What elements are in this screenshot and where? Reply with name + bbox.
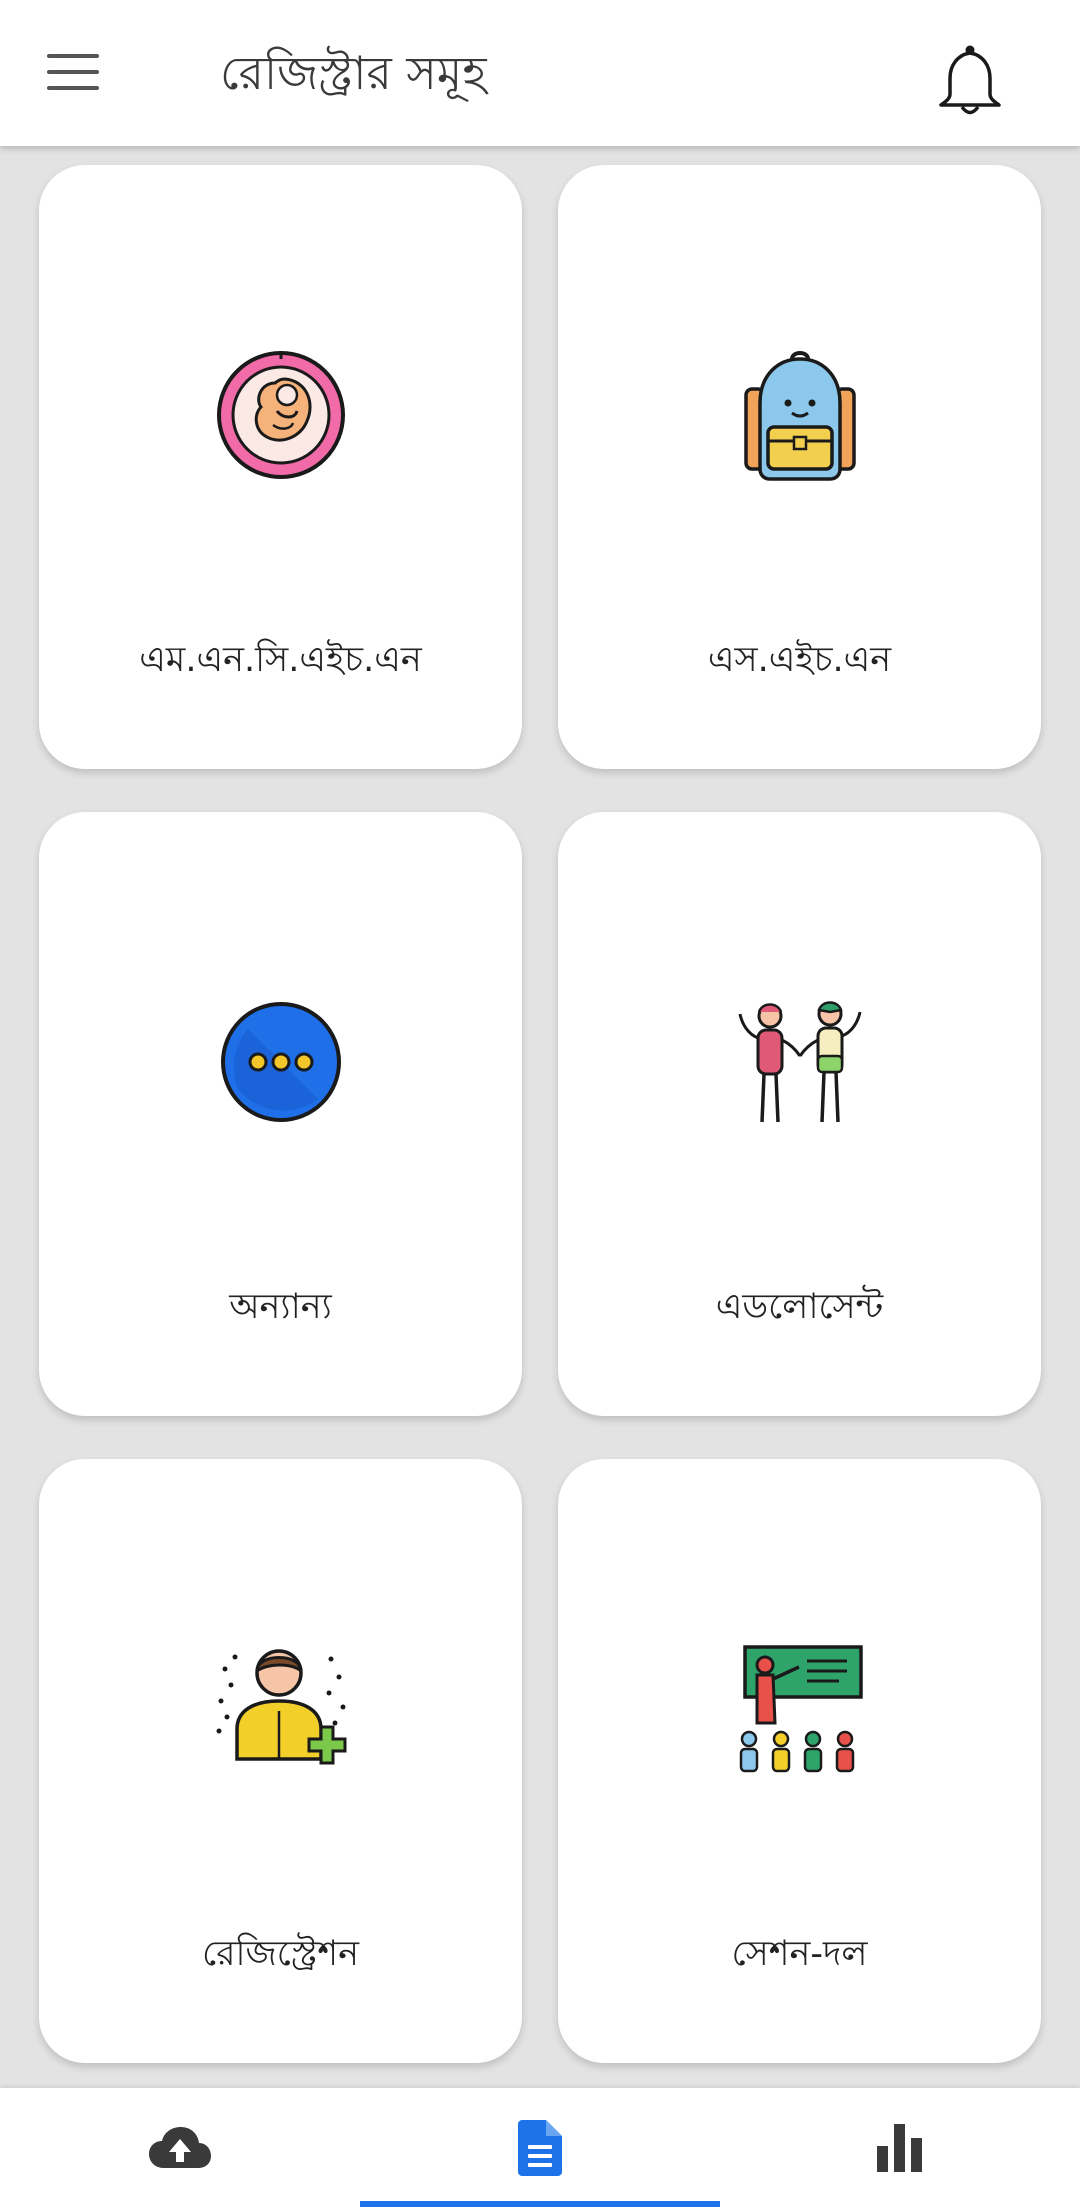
card-mnchn[interactable]: এম.এন.সি.এইচ.এন [39,165,522,769]
menu-button[interactable] [30,36,116,108]
cloud-upload-icon [149,2126,211,2168]
card-shn[interactable]: এস.এইচ.এন [558,165,1041,769]
card-label: এম.এন.সি.এইচ.এন [139,640,422,680]
page-title: রেজিস্ট্রার সমূহ [220,46,487,100]
app-bar: রেজিস্ট্রার সমূহ [0,0,1080,146]
register-grid: এম.এন.সি.এইচ.এন এস.এইচ.এন অন্যান্য এডলোস… [0,146,1080,2088]
school-bag-icon [725,340,875,490]
fetus-icon [206,340,356,490]
card-others[interactable]: অন্যান্য [39,812,522,1416]
more-dots-icon [206,987,356,1137]
adolescents-icon [725,987,875,1137]
nav-registers[interactable] [360,2088,720,2207]
card-label: সেশন-দল [731,1934,868,1974]
card-label: এডলোসেন্ট [715,1287,884,1327]
card-adolescent[interactable]: এডলোসেন্ট [558,812,1041,1416]
card-registration[interactable]: রেজিস্ট্রেশন [39,1459,522,2063]
card-label: এস.এইচ.এন [707,640,892,680]
notification-button[interactable] [928,36,1012,128]
bell-icon [939,45,1001,115]
classroom-session-icon [725,1634,875,1784]
add-user-icon [206,1634,356,1784]
hamburger-menu-icon [47,54,99,90]
active-tab-indicator [360,2201,720,2207]
bottom-navigation [0,2088,1080,2207]
card-label: অন্যান্য [229,1287,332,1327]
nav-upload[interactable] [0,2088,360,2207]
document-icon [518,2119,562,2176]
bar-chart-icon [877,2123,922,2172]
card-label: রেজিস্ট্রেশন [202,1934,359,1974]
card-session-group[interactable]: সেশন-দল [558,1459,1041,2063]
nav-reports[interactable] [720,2088,1080,2207]
